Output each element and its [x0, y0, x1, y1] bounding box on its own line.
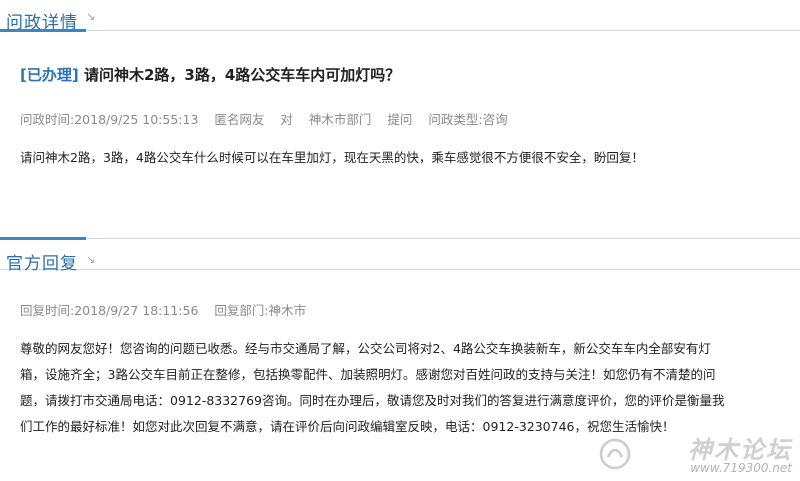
reply-line: 箱，设施齐全；3路公交车目前正在整修，包括换零配件、加装照明灯。感谢您对百姓问政…	[20, 367, 716, 382]
corner-arrow-icon: ↘	[86, 10, 96, 23]
question-department: 神木市部门	[308, 112, 372, 127]
reply-department: 回复部门:神木市	[214, 303, 307, 318]
reply-line: 题，请拨打市交通局电话：0912-8332769咨询。同时在办理后，敬请您及时对…	[20, 393, 725, 408]
watermark: 神木论坛 www.719300.net	[688, 430, 792, 475]
status-badge: [已办理]	[20, 66, 79, 84]
reply-content: 尊敬的网友您好！您咨询的问题已收悉。经与市交通局了解，公交公司将对2、4路公交车…	[20, 336, 725, 440]
question-action: 提问	[387, 112, 413, 127]
question-meta: 问政时间:2018/9/25 10:55:13 匿名网友 对 神木市部门 提问 …	[20, 109, 520, 128]
question-time: 问政时间:2018/9/25 10:55:13	[20, 112, 199, 127]
question-title-text: 请问神木2路，3路，4路公交车车内可加灯吗？	[83, 66, 401, 84]
question-title: [已办理] 请问神木2路，3路，4路公交车车内可加灯吗？	[20, 64, 400, 85]
inquiry-section-header: 问政详情 ↘	[0, 0, 800, 33]
reply-time: 回复时间:2018/9/27 18:11:56	[20, 303, 199, 318]
reply-section-accent	[0, 237, 86, 240]
question-type: 问政类型:咨询	[428, 112, 508, 127]
reply-meta: 回复时间:2018/9/27 18:11:56 回复部门:神木市	[20, 300, 318, 319]
reply-section-title: 官方回复	[6, 254, 78, 274]
reply-line: 尊敬的网友您好！您咨询的问题已收悉。经与市交通局了解，公交公司将对2、4路公交车…	[20, 341, 711, 356]
reply-section-header: 官方回复 ↘	[0, 237, 800, 274]
watermark-url: www.719300.net	[690, 461, 792, 475]
question-to-word: 对	[280, 112, 293, 127]
watermark-logo-icon	[599, 438, 631, 470]
watermark-name: 神木论坛	[688, 436, 792, 464]
corner-arrow-icon: ↘	[86, 253, 96, 266]
question-content: 请问神木2路，3路，4路公交车什么时候可以在车里加灯，现在天黑的快，乘车感觉很不…	[20, 150, 644, 165]
question-author: 匿名网友	[214, 112, 265, 127]
inquiry-section-underline	[0, 29, 86, 32]
